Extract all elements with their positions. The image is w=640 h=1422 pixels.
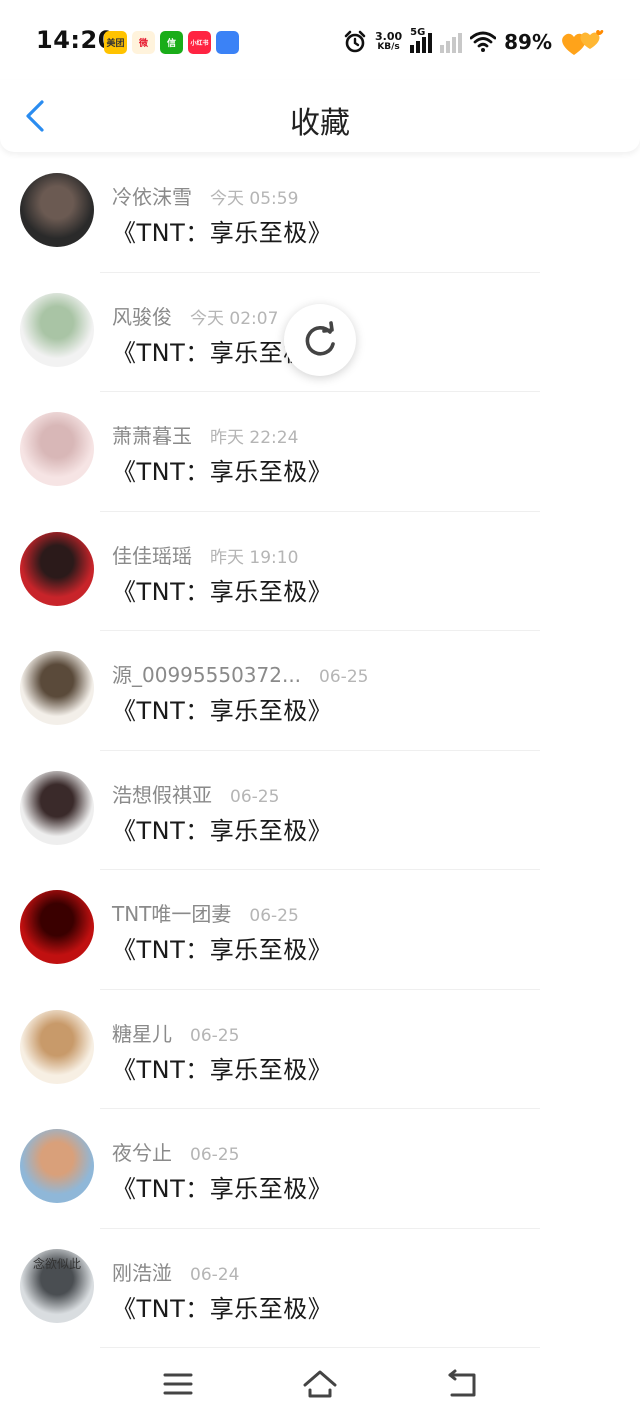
- list-item[interactable]: 佳佳瑶瑶 昨天 19:10 《TNT：享乐至极》: [0, 512, 640, 631]
- status-bar: 14:20 美团微信小红书 3.00 KB/s 5G 89%: [0, 0, 640, 80]
- timestamp: 06-25: [249, 906, 299, 926]
- list-item[interactable]: 念欲似此 刚浩湴 06-24 《TNT：享乐至极》: [0, 1229, 640, 1348]
- username[interactable]: 浩想假祺亚: [112, 779, 212, 808]
- list-item[interactable]: TNT唯一团妻 06-25 《TNT：享乐至极》: [0, 870, 640, 990]
- item-meta: TNT唯一团妻 06-25: [112, 898, 299, 927]
- refresh-icon: [305, 321, 335, 356]
- page-title: 收藏: [290, 106, 350, 141]
- avatar[interactable]: [20, 890, 94, 964]
- username[interactable]: TNT唯一团妻: [112, 898, 231, 927]
- timestamp: 昨天 22:24: [210, 428, 299, 448]
- username[interactable]: 风骏俊: [112, 301, 172, 330]
- home-icon[interactable]: [298, 1364, 342, 1404]
- network-speed-value: 3.00: [374, 30, 403, 43]
- network-speed: 3.00 KB/s: [375, 31, 402, 53]
- list-item[interactable]: 源_00995550372... 06-25 《TNT：享乐至极》: [0, 631, 640, 751]
- list-item[interactable]: 夜兮止 06-25 《TNT：享乐至极》: [0, 1109, 640, 1229]
- system-nav-bar: [0, 1350, 640, 1422]
- network-speed-unit: KB/s: [377, 42, 400, 52]
- collection-title[interactable]: 《TNT：享乐至极》: [112, 930, 332, 965]
- avatar[interactable]: [20, 1129, 94, 1203]
- item-meta: 佳佳瑶瑶 昨天 19:10: [112, 540, 298, 569]
- list-item[interactable]: 糖星儿 06-25 《TNT：享乐至极》: [0, 990, 640, 1109]
- item-meta: 风骏俊 今天 02:07: [112, 301, 278, 330]
- username[interactable]: 源_00995550372...: [112, 659, 301, 688]
- username[interactable]: 夜兮止: [112, 1137, 172, 1166]
- collection-title[interactable]: 《TNT：享乐至极》: [112, 572, 332, 607]
- battery-level: 89%: [504, 30, 552, 54]
- item-meta: 源_00995550372... 06-25: [112, 659, 368, 688]
- wifi-icon: [470, 31, 497, 52]
- timestamp: 06-25: [190, 1025, 240, 1046]
- meituan-app-icon: 美团: [104, 31, 127, 54]
- timestamp: 06-25: [190, 1145, 240, 1165]
- item-meta: 糖星儿 06-25: [112, 1018, 239, 1047]
- list-item[interactable]: 浩想假祺亚 06-25 《TNT：享乐至极》: [0, 751, 640, 870]
- weibo-app-icon: 微: [132, 31, 155, 54]
- network-type: 5G: [410, 27, 426, 38]
- collection-title[interactable]: 《TNT：享乐至极》: [112, 691, 332, 726]
- refresh-button[interactable]: [284, 304, 356, 376]
- avatar[interactable]: [20, 651, 94, 725]
- menu-icon[interactable]: [156, 1364, 200, 1404]
- signal-secondary-icon: [440, 31, 463, 53]
- timestamp: 今天 05:59: [210, 189, 299, 209]
- back-icon[interactable]: [440, 1364, 484, 1404]
- timestamp: 06-25: [319, 667, 369, 687]
- list-item[interactable]: 萧萧暮玉 昨天 22:24 《TNT：享乐至极》: [0, 392, 640, 512]
- username[interactable]: 佳佳瑶瑶: [112, 540, 192, 569]
- item-meta: 冷依沫雪 今天 05:59: [112, 181, 298, 210]
- timestamp: 今天 02:07: [190, 308, 279, 329]
- timestamp: 06-25: [230, 786, 280, 807]
- collection-title[interactable]: 《TNT：享乐至极》: [112, 213, 332, 248]
- wechat-app-icon: 信: [160, 31, 183, 54]
- status-indicators: 3.00 KB/s 5G 89%: [343, 26, 604, 58]
- signal-5g-icon: 5G: [410, 27, 433, 53]
- item-meta: 浩想假祺亚 06-25: [112, 779, 279, 808]
- collection-title[interactable]: 《TNT：享乐至极》: [112, 1289, 332, 1324]
- timestamp: 06-24: [190, 1264, 240, 1285]
- timestamp: 昨天 19:10: [210, 547, 299, 568]
- avatar[interactable]: 念欲似此: [20, 1248, 94, 1323]
- avatar[interactable]: [20, 173, 94, 247]
- avatar[interactable]: [20, 1009, 94, 1084]
- item-meta: 夜兮止 06-25: [112, 1137, 239, 1166]
- item-meta: 萧萧暮玉 昨天 22:24: [112, 420, 298, 449]
- divider: [100, 1347, 540, 1348]
- avatar[interactable]: [20, 531, 94, 606]
- item-meta: 刚浩湴 06-24: [112, 1257, 239, 1286]
- collection-title[interactable]: 《TNT：享乐至极》: [112, 452, 332, 487]
- avatar[interactable]: [20, 770, 94, 845]
- list-item[interactable]: 冷依沫雪 今天 05:59 《TNT：享乐至极》: [0, 153, 640, 273]
- app5-app-icon: [216, 31, 239, 54]
- alarm-icon: [344, 30, 366, 53]
- collection-title[interactable]: 《TNT：享乐至极》: [112, 1050, 332, 1085]
- avatar-text: 念欲似此: [32, 1256, 81, 1271]
- avatar[interactable]: [20, 412, 94, 486]
- username[interactable]: 冷依沫雪: [112, 181, 192, 210]
- hearts-icon: [562, 30, 604, 55]
- avatar[interactable]: [20, 292, 94, 367]
- collection-title[interactable]: 《TNT：享乐至极》: [112, 1169, 332, 1204]
- collection-title[interactable]: 《TNT：享乐至极》: [112, 811, 332, 846]
- username[interactable]: 糖星儿: [112, 1018, 172, 1047]
- username[interactable]: 萧萧暮玉: [112, 420, 192, 449]
- xiaohongshu-app-icon: 小红书: [188, 31, 211, 54]
- username[interactable]: 刚浩湴: [112, 1257, 172, 1286]
- notification-app-icons: 美团微信小红书: [104, 31, 239, 54]
- page-header: 收藏: [0, 80, 640, 152]
